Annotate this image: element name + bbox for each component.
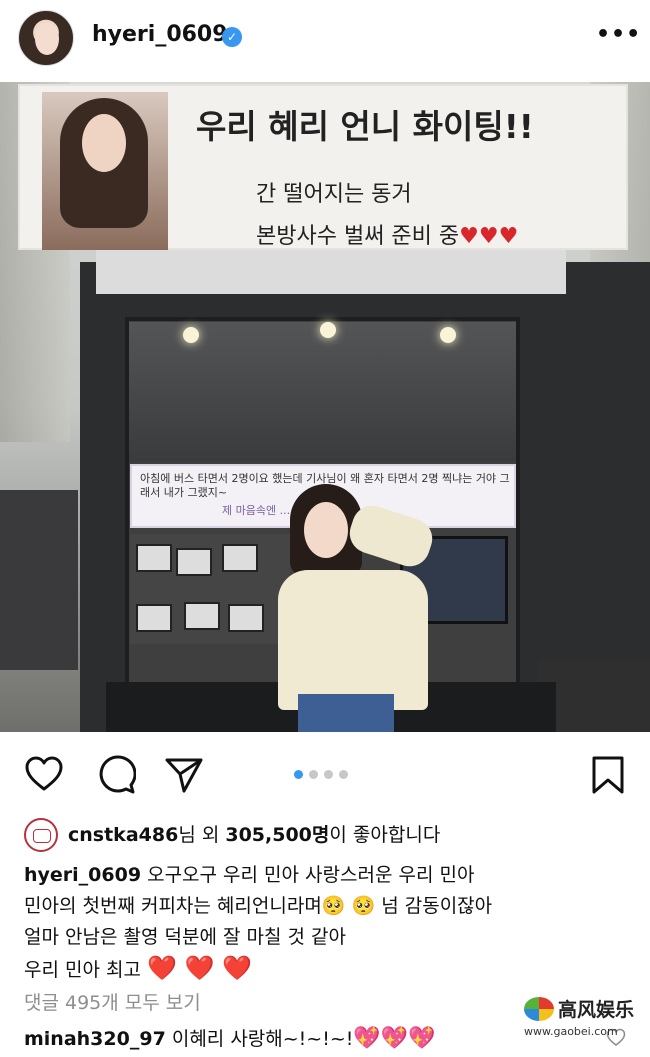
carousel-dot xyxy=(339,770,348,779)
liker-username[interactable]: cnstka486 xyxy=(68,824,178,846)
photo-frame xyxy=(136,604,172,632)
comment-icon[interactable] xyxy=(96,755,136,795)
ceiling-light xyxy=(183,327,199,343)
carousel-dot xyxy=(324,770,333,779)
caption-line-2: 민아의 첫번째 커피차는 혜리언니라며🥺 🥺 넘 감동이잖아 xyxy=(24,891,634,922)
sparkling-heart-emoji: 💖💖💖 xyxy=(353,1026,436,1051)
ceiling-light xyxy=(320,322,336,338)
photo-frame xyxy=(184,602,220,630)
banner-line1: 간 떨어지는 동거 xyxy=(256,182,412,207)
banner-line2: 본방사수 벌써 준비 중♥♥♥ xyxy=(256,218,518,250)
person-face xyxy=(304,502,348,558)
ceiling-light xyxy=(440,327,456,343)
banner-hearts: ♥♥♥ xyxy=(459,224,519,249)
side-cart xyxy=(0,490,78,670)
caption-username[interactable]: hyeri_0609 xyxy=(24,864,141,886)
carousel-dot xyxy=(309,770,318,779)
person-cardigan xyxy=(278,570,428,710)
caption-text-4: 우리 민아 최고 xyxy=(24,959,147,981)
carousel-indicator xyxy=(294,770,348,779)
bookmark-icon[interactable] xyxy=(588,755,628,795)
caption-text-2b: 넘 감동이잖아 xyxy=(375,895,493,917)
comment-username[interactable]: minah320_97 xyxy=(24,1028,166,1050)
comment-text: 이혜리 사랑해~!~!~! xyxy=(165,1028,354,1050)
post-header: hyeri_0609 ✓ ••• xyxy=(0,0,650,82)
watermark-logo-icon xyxy=(524,997,554,1021)
photo-frame xyxy=(136,544,172,572)
caption-text-2a: 민아의 첫번째 커피차는 혜리언니라며 xyxy=(24,895,322,917)
pleading-face-emoji: 🥺 🥺 xyxy=(321,895,376,917)
avatar-face xyxy=(35,23,59,55)
carousel-dot xyxy=(294,770,303,779)
likes-summary[interactable]: cnstka486님 외 305,500명이 좋아합니다 xyxy=(68,820,440,847)
caption-line-3: 얼마 안남은 촬영 덕분에 잘 마칠 것 같아 xyxy=(24,926,346,948)
watermark-title: 高风娱乐 xyxy=(558,999,635,1021)
post-username[interactable]: hyeri_0609 xyxy=(92,22,228,47)
send-icon[interactable] xyxy=(164,755,204,795)
photo-frame xyxy=(176,548,212,576)
red-heart-emoji: ❤️ ❤️ ❤️ xyxy=(147,954,252,982)
profile-avatar[interactable] xyxy=(18,10,74,66)
portrait-face xyxy=(82,114,126,172)
caption-line-4: 우리 민아 최고 ❤️ ❤️ ❤️ xyxy=(24,953,634,986)
verified-badge-icon: ✓ xyxy=(222,27,242,47)
likes-text-end: 이 좋아합니다 xyxy=(329,824,441,846)
banner-title: 우리 혜리 언니 화이팅!! xyxy=(196,107,534,146)
watermark-url: www.gaobei.com xyxy=(524,1025,618,1038)
likes-count: 305,500명 xyxy=(225,824,330,846)
liker-avatar[interactable] xyxy=(24,818,58,852)
banner-line2-text: 본방사수 벌써 준비 중 xyxy=(256,224,460,249)
view-all-comments-link[interactable]: 댓글 495개 모두 보기 xyxy=(24,988,201,1015)
comment-item: minah320_97 이혜리 사랑해~!~!~!💖💖💖 xyxy=(24,1024,436,1051)
caption-line-1: hyeri_0609 오구오구 우리 민아 사랑스러운 우리 민아 xyxy=(24,860,634,891)
post-caption: hyeri_0609 오구오구 우리 민아 사랑스러운 우리 민아 민아의 첫번… xyxy=(24,860,634,986)
watermark: 高风娱乐 www.gaobei.com xyxy=(520,995,645,1045)
banner-portrait xyxy=(42,92,168,250)
post-photo[interactable]: 아침에 버스 타면서 2명이요 했는데 기사님이 왜 혼자 타면서 2명 찍냐는… xyxy=(0,82,650,732)
photo-frame xyxy=(222,544,258,572)
person-jeans xyxy=(298,694,394,732)
truck-interior xyxy=(129,322,516,462)
likes-text-mid: 님 외 xyxy=(178,824,226,846)
photo-frame xyxy=(228,604,264,632)
more-options-icon[interactable]: ••• xyxy=(596,22,641,47)
truck-banner: 우리 혜리 언니 화이팅!! 간 떨어지는 동거 본방사수 벌써 준비 중♥♥♥ xyxy=(18,84,628,250)
caption-text-1: 오구오구 우리 민아 사랑스러운 우리 민아 xyxy=(141,864,475,886)
heart-icon[interactable] xyxy=(24,755,64,795)
truck-roof xyxy=(96,248,566,294)
